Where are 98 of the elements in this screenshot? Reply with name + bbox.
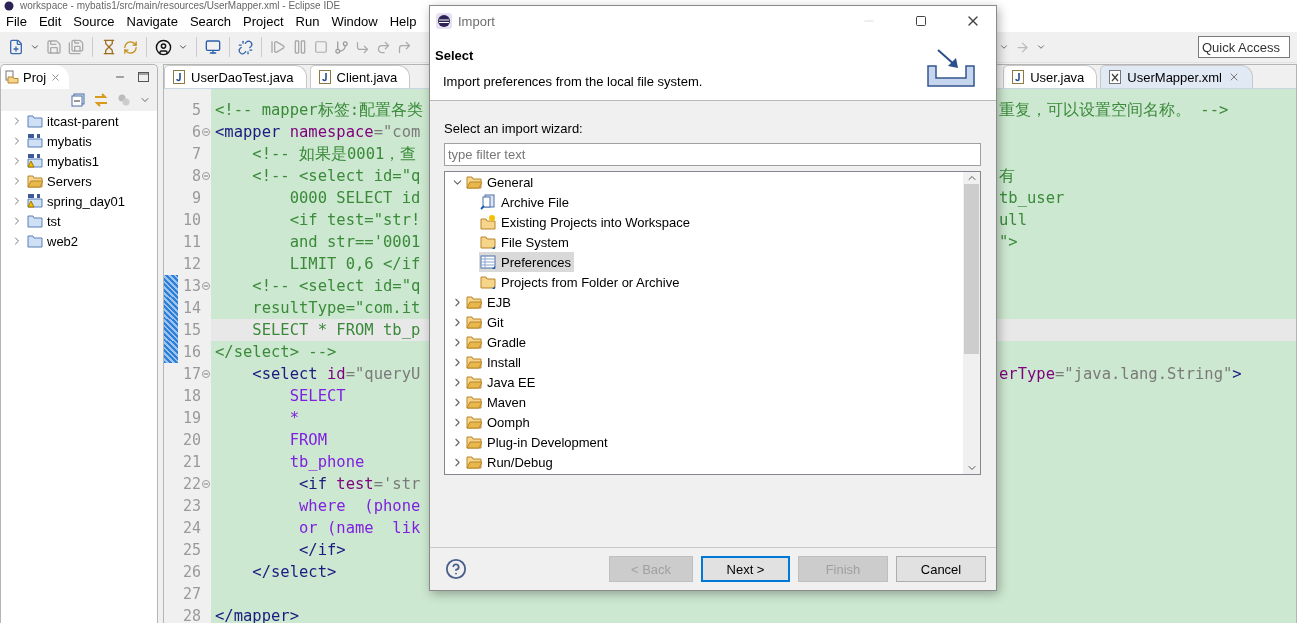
- view-tab-label: Proj: [23, 69, 47, 85]
- code-line: <if test="str!: [288, 210, 422, 231]
- line-number: 23: [181, 496, 201, 517]
- tree-item[interactable]: Gradle: [465, 332, 530, 352]
- code-line: <if test='str: [298, 474, 422, 495]
- tree-item[interactable]: Maven: [465, 392, 530, 412]
- code-line: where (phone: [298, 496, 422, 517]
- dialog-button[interactable]: Next >: [701, 556, 790, 582]
- code-line: tb_user: [999, 188, 1065, 209]
- line-number: 7: [190, 144, 201, 165]
- tree-item[interactable]: Oomph: [465, 412, 533, 432]
- line-number: 11: [181, 232, 201, 253]
- tree-item[interactable]: tst: [47, 213, 61, 229]
- code-line: resultType="com.it: [251, 298, 422, 319]
- line-number: 16: [181, 342, 201, 363]
- menu-item[interactable]: Edit: [32, 14, 68, 29]
- menu-item[interactable]: Search: [183, 14, 238, 29]
- code-line: ">: [999, 232, 1018, 253]
- tree-item[interactable]: Archive File: [479, 192, 572, 212]
- code-line: tb_phone: [288, 452, 366, 473]
- code-line: </select> -->: [215, 342, 338, 363]
- code-line: </if>: [298, 540, 347, 561]
- tree-item[interactable]: Plug-in Development: [465, 432, 611, 452]
- line-number: 14: [181, 298, 201, 319]
- tree-item[interactable]: Servers: [47, 173, 92, 189]
- tree-item[interactable]: Existing Projects into Workspace: [479, 212, 694, 232]
- line-number: 15: [181, 320, 201, 341]
- tree-item[interactable]: EJB: [465, 292, 514, 312]
- line-number: 18: [181, 386, 201, 407]
- menu-item[interactable]: Window: [325, 14, 384, 29]
- editor-tab[interactable]: Client.java: [309, 65, 411, 88]
- code-line: erType="java.lang.String">: [999, 364, 1242, 385]
- page-description: Import preferences from the local file system.: [442, 73, 704, 89]
- menu-item[interactable]: Run: [289, 14, 326, 29]
- tree-item[interactable]: Java EE: [465, 372, 539, 392]
- tree-item[interactable]: Run/Debug: [465, 452, 556, 472]
- tree-item[interactable]: spring_day01: [47, 193, 126, 209]
- tree-item[interactable]: mybatis1: [47, 153, 100, 169]
- code-line: <mapper namespace="com: [215, 122, 422, 143]
- line-number: 8: [190, 166, 201, 187]
- line-number: 19: [181, 408, 201, 429]
- line-number: 6: [190, 122, 201, 143]
- code-line: LIMIT 0,6 </if: [288, 254, 422, 275]
- tree-item[interactable]: General: [465, 172, 537, 192]
- line-number: 5: [190, 100, 201, 121]
- field-label: Select an import wizard:: [444, 121, 584, 136]
- code-line: ull: [999, 210, 1027, 231]
- tree-item[interactable]: Preferences: [479, 252, 575, 272]
- tree-item[interactable]: Git: [465, 312, 507, 332]
- code-line: *: [288, 408, 300, 429]
- tree-item[interactable]: File System: [479, 232, 572, 252]
- code-line: and str=='0001: [288, 232, 422, 253]
- line-number: 22: [181, 474, 201, 495]
- menu-item[interactable]: Source: [67, 14, 121, 29]
- code-line: 重复，可以设置空间名称。 -->: [999, 100, 1229, 121]
- code-line: <!-- 如果是0001，查: [251, 144, 418, 165]
- line-number: 24: [181, 518, 201, 539]
- menu-item[interactable]: Project: [237, 14, 290, 29]
- line-number: 27: [181, 584, 201, 605]
- code-line: SELECT * FROM tb_p: [251, 320, 422, 341]
- code-line: or (name lik: [298, 518, 422, 539]
- menu-item[interactable]: Help: [383, 14, 423, 29]
- tree-item[interactable]: Install: [465, 352, 524, 372]
- tree-item[interactable]: web2: [47, 233, 79, 249]
- tree-item[interactable]: itcast-parent: [47, 113, 119, 129]
- view-tab[interactable]: Proj: [1, 65, 70, 89]
- code-line: SELECT: [288, 386, 347, 407]
- menu-item[interactable]: File: [0, 14, 33, 29]
- line-number: 9: [190, 188, 201, 209]
- code-line: </select>: [251, 562, 338, 583]
- editor-tab[interactable]: User.java: [1003, 65, 1098, 88]
- code-line: FROM: [288, 430, 328, 451]
- line-number: 20: [181, 430, 201, 451]
- filter-field[interactable]: type filter text: [444, 143, 981, 166]
- code-line: <!-- mapper标签:配置各类: [215, 100, 424, 121]
- line-number: 10: [181, 210, 201, 231]
- dialog-button[interactable]: Cancel: [896, 556, 986, 582]
- line-number: 21: [181, 452, 201, 473]
- tree-item[interactable]: mybatis: [47, 133, 92, 149]
- line-number: 12: [181, 254, 201, 275]
- line-number: 13: [181, 276, 201, 297]
- code-line: <!-- <select id="q: [251, 166, 422, 187]
- line-number: 25: [181, 540, 201, 561]
- code-line: <select id="queryU: [251, 364, 422, 385]
- code-line: 0000 SELECT id: [288, 188, 422, 209]
- line-number: 28: [181, 606, 201, 623]
- dialog-title: Import: [458, 13, 495, 29]
- menu-item[interactable]: Navigate: [120, 14, 184, 29]
- tree-item[interactable]: Projects from Folder or Archive: [479, 272, 683, 292]
- quick-access-field[interactable]: Quick Access: [1198, 36, 1290, 58]
- window-title: workspace - mybatis1/src/main/resources/UserMapper.xml - Eclipse IDE: [20, 0, 341, 11]
- code-line: 有: [999, 166, 1015, 187]
- page-heading: Select: [435, 47, 475, 63]
- code-line: <!-- <select id="q: [251, 276, 422, 297]
- line-number: 17: [181, 364, 201, 385]
- editor-tab[interactable]: UserMapper.xml: [1100, 65, 1253, 88]
- line-number: 26: [181, 562, 201, 583]
- editor-tab[interactable]: UserDaoTest.java: [164, 65, 307, 88]
